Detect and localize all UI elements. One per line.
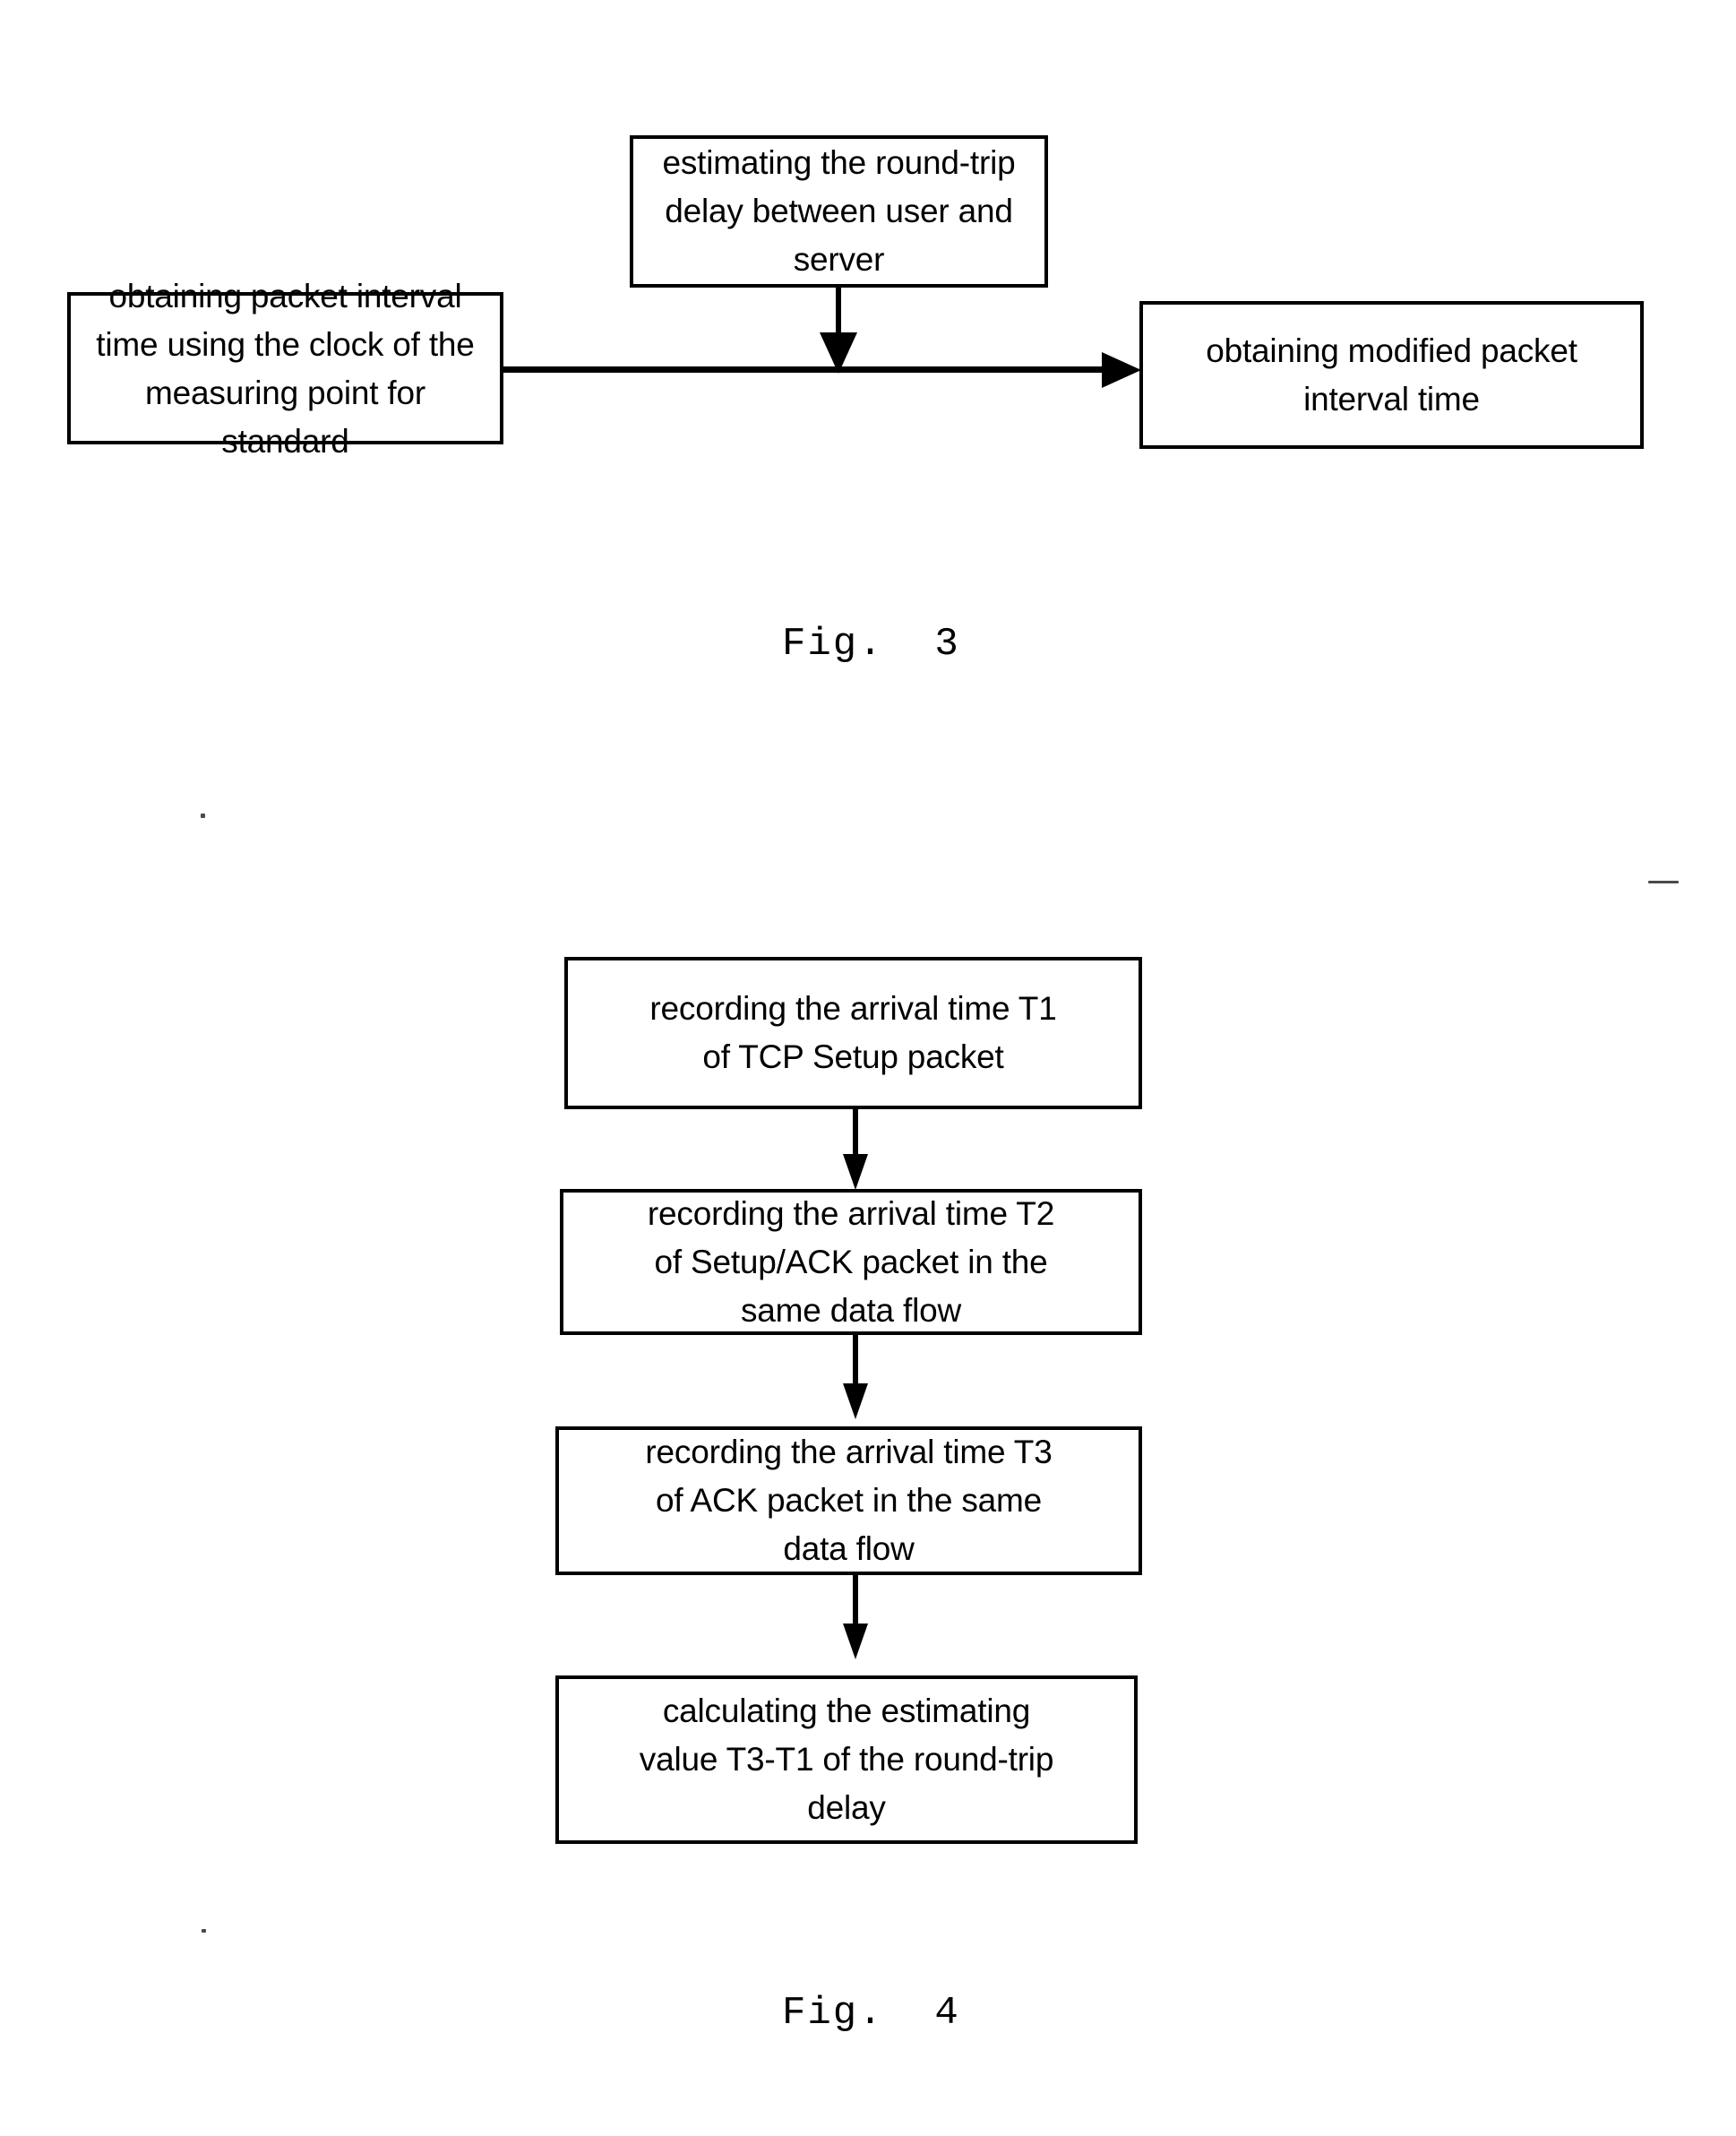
- fig4-recording-t2-text: recording the arrival time T2 of Setup/A…: [647, 1194, 1055, 1329]
- fig3-obtaining-modified-packet-interval-time-text: obtaining modified packet interval time: [1206, 332, 1577, 418]
- fig4-calculating-estimating-value-box: calculating the estimating value T3-T1 o…: [555, 1675, 1138, 1844]
- fig4-recording-t1-box: recording the arrival time T1 of TCP Set…: [564, 957, 1142, 1109]
- fig4-arrow-t2-to-t3-line: [853, 1335, 858, 1387]
- scan-speck: [201, 814, 205, 818]
- fig4-arrow-t2-to-t3-head: [843, 1383, 868, 1419]
- fig3-obtaining-packet-interval-time-text: obtaining packet interval time using the…: [96, 278, 475, 460]
- fig4-recording-t3-text: recording the arrival time T3 of ACK pac…: [645, 1434, 1053, 1567]
- scan-speck: [202, 1929, 206, 1933]
- patent-drawing-sheet: estimating the round-trip delay between …: [0, 0, 1736, 2136]
- fig3-obtaining-modified-packet-interval-time-box: obtaining modified packet interval time: [1139, 301, 1644, 449]
- scan-speck: [1648, 881, 1679, 883]
- fig4-recording-t1-text: recording the arrival time T1 of TCP Set…: [649, 990, 1057, 1075]
- fig4-recording-t3-box: recording the arrival time T3 of ACK pac…: [555, 1426, 1142, 1575]
- fig4-recording-t2-box: recording the arrival time T2 of Setup/A…: [560, 1189, 1142, 1335]
- fig3-estimating-round-trip-delay-text: estimating the round-trip delay between …: [662, 144, 1016, 278]
- fig3-obtaining-packet-interval-time-box: obtaining packet interval time using the…: [67, 278, 503, 460]
- fig4-caption: Fig. 4: [782, 1991, 960, 2036]
- fig3-arrow-interval-to-modified-head: [1102, 352, 1141, 388]
- fig4-arrow-t1-to-t2-line: [853, 1109, 858, 1159]
- fig4-calculating-estimating-value-text: calculating the estimating value T3-T1 o…: [639, 1692, 1054, 1826]
- fig3-caption: Fig. 3: [782, 622, 960, 667]
- fig3-arrow-interval-to-modified-line: [503, 366, 1104, 373]
- fig4-arrow-t1-to-t2-head: [843, 1154, 868, 1190]
- fig4-arrow-t3-to-calc-line: [853, 1575, 858, 1629]
- fig4-arrow-t3-to-calc-head: [843, 1624, 868, 1659]
- fig3-estimating-round-trip-delay-box: estimating the round-trip delay between …: [630, 135, 1048, 288]
